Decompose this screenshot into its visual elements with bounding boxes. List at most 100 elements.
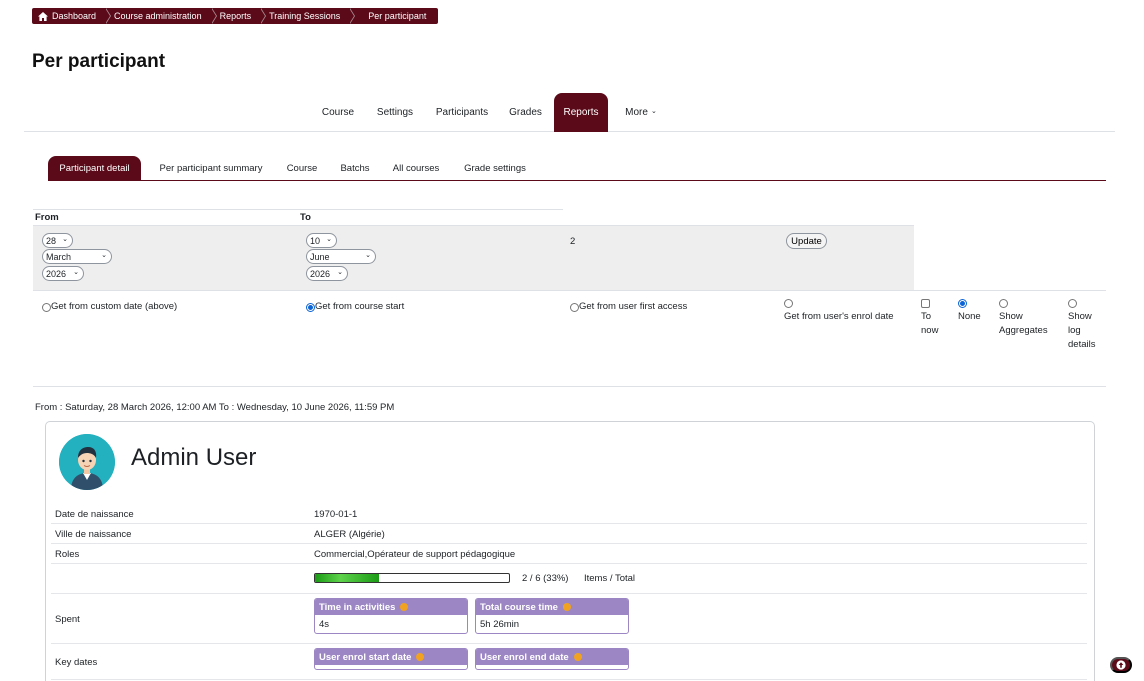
info-icon[interactable] <box>416 653 425 661</box>
options-divider <box>33 290 1106 291</box>
breadcrumb-label: Dashboard <box>52 11 97 21</box>
stat-title: Total course time <box>480 601 558 613</box>
from-year-select[interactable]: 2026 ⌄ <box>42 266 84 281</box>
date-range-text: From : Saturday, 28 March 2026, 12:00 AM… <box>35 402 395 413</box>
stat-header: User enrol start date <box>315 649 467 665</box>
key-dates-label: Key dates <box>55 657 98 668</box>
option-course-start-label: Get from course start <box>315 301 405 312</box>
birthplace-value: ALGER (Algérie) <box>314 529 385 540</box>
user-name: Admin User <box>131 444 257 471</box>
breadcrumb-course-administration[interactable]: Course administration <box>106 8 217 24</box>
nav-more[interactable]: More ⌄ <box>616 93 666 131</box>
table-row <box>51 564 1087 594</box>
radio-course-start[interactable] <box>306 303 315 312</box>
from-day-select[interactable]: 28 ⌄ <box>42 233 73 248</box>
checkbox-to-now[interactable] <box>921 299 930 308</box>
breadcrumb-current: Per participant <box>368 11 427 21</box>
time-in-activities-box: Time in activities 4s <box>314 598 468 634</box>
to-day-select[interactable]: 10 ⌄ <box>306 233 337 248</box>
birthdate-label: Date de naissance <box>55 509 134 520</box>
tab-per-participant-summary[interactable]: Per participant summary <box>152 156 270 180</box>
tab-all-courses[interactable]: All courses <box>386 156 446 180</box>
chevron-down-icon: ⌄ <box>337 269 343 276</box>
option-first-access-label: Get from user first access <box>579 301 688 312</box>
nav-grades[interactable]: Grades <box>503 93 548 131</box>
option-to-now-line1: To <box>921 311 932 322</box>
radio-none[interactable] <box>958 299 967 308</box>
radio-enrol-date[interactable] <box>784 299 793 308</box>
option-aggregates-line2: Aggregates <box>999 325 1048 336</box>
from-day-value: 28 <box>46 235 57 246</box>
update-button[interactable]: Update <box>786 233 827 249</box>
radio-show-log-details[interactable] <box>1068 299 1077 308</box>
radio-show-aggregates[interactable] <box>999 299 1008 308</box>
stat-title: Time in activities <box>319 601 396 613</box>
breadcrumb-dashboard[interactable]: Dashboard <box>32 8 112 24</box>
option-enrol-date-label: Get from user's enrol date <box>784 311 894 322</box>
stat-header: Total course time <box>476 599 628 615</box>
to-label: To <box>300 212 311 223</box>
primary-nav: Course Settings Participants Grades Repo… <box>24 93 1115 132</box>
form-divider <box>33 209 563 210</box>
table-row <box>51 544 1087 564</box>
option-custom-date-label: Get from custom date (above) <box>51 301 178 312</box>
stat-header: User enrol end date <box>476 649 628 665</box>
spent-label: Spent <box>55 614 80 625</box>
to-year-select[interactable]: 2026 ⌄ <box>306 266 348 281</box>
page-title: Per participant <box>32 51 166 72</box>
home-icon <box>38 11 48 21</box>
breadcrumb-training-sessions[interactable]: Training Sessions <box>261 8 356 24</box>
value-text: 2 <box>570 236 576 247</box>
stat-value: 5h 26min <box>480 619 520 630</box>
breadcrumb-reports[interactable]: Reports <box>212 8 266 24</box>
user-avatar-icon <box>59 434 115 490</box>
tab-batchs[interactable]: Batchs <box>334 156 376 180</box>
option-to-now-line2: now <box>921 325 939 336</box>
to-month-select[interactable]: June ⌄ <box>306 249 376 264</box>
enrol-start-box: User enrol start date <box>314 648 468 670</box>
option-log-line3: details <box>1068 339 1096 350</box>
secondary-nav: Participant detail Per participant summa… <box>48 156 1106 181</box>
info-icon[interactable] <box>400 603 409 611</box>
tab-grade-settings[interactable]: Grade settings <box>456 156 534 180</box>
info-icon[interactable] <box>562 603 571 611</box>
progress-fill <box>315 574 380 582</box>
stat-title: User enrol end date <box>480 651 569 663</box>
table-row <box>51 506 1087 524</box>
option-log-line2: log <box>1068 325 1081 336</box>
radio-custom-date[interactable] <box>42 303 51 312</box>
option-none-label: None <box>958 311 981 322</box>
birthplace-label: Ville de naissance <box>55 529 132 540</box>
arrow-up-icon <box>1116 660 1126 670</box>
from-month-value: March <box>46 251 72 262</box>
section-divider <box>33 386 1106 387</box>
nav-more-label: More <box>625 106 648 118</box>
chevron-down-icon: ⌄ <box>62 236 68 243</box>
info-icon[interactable] <box>573 653 582 661</box>
progress-text: 2 / 6 (33%) <box>522 573 569 584</box>
progress-bar <box>314 573 510 583</box>
from-label: From <box>35 212 59 223</box>
breadcrumb: Dashboard Course administration Reports … <box>32 8 439 24</box>
radio-first-access[interactable] <box>570 303 579 312</box>
option-log-line1: Show <box>1068 311 1092 322</box>
from-year-value: 2026 <box>46 268 67 279</box>
stat-value: 4s <box>319 619 330 630</box>
total-course-time-box: Total course time 5h 26min <box>475 598 629 634</box>
date-selector-band <box>33 225 914 291</box>
tab-course[interactable]: Course <box>280 156 324 180</box>
nav-reports[interactable]: Reports <box>554 93 608 132</box>
nav-settings[interactable]: Settings <box>370 93 420 131</box>
birthdate-value: 1970-01-1 <box>314 509 358 520</box>
chevron-down-icon: ⌄ <box>101 252 107 259</box>
chevron-down-icon: ⌄ <box>650 108 657 115</box>
from-month-select[interactable]: March ⌄ <box>42 249 112 264</box>
tab-participant-detail[interactable]: Participant detail <box>48 156 141 180</box>
chevron-down-icon: ⌄ <box>365 252 371 259</box>
to-month-value: June <box>310 251 330 262</box>
scroll-to-top-button[interactable] <box>1110 657 1132 673</box>
progress-suffix: Items / Total <box>584 573 636 584</box>
table-row <box>51 524 1087 544</box>
nav-course[interactable]: Course <box>314 93 362 131</box>
nav-participants[interactable]: Participants <box>429 93 495 131</box>
